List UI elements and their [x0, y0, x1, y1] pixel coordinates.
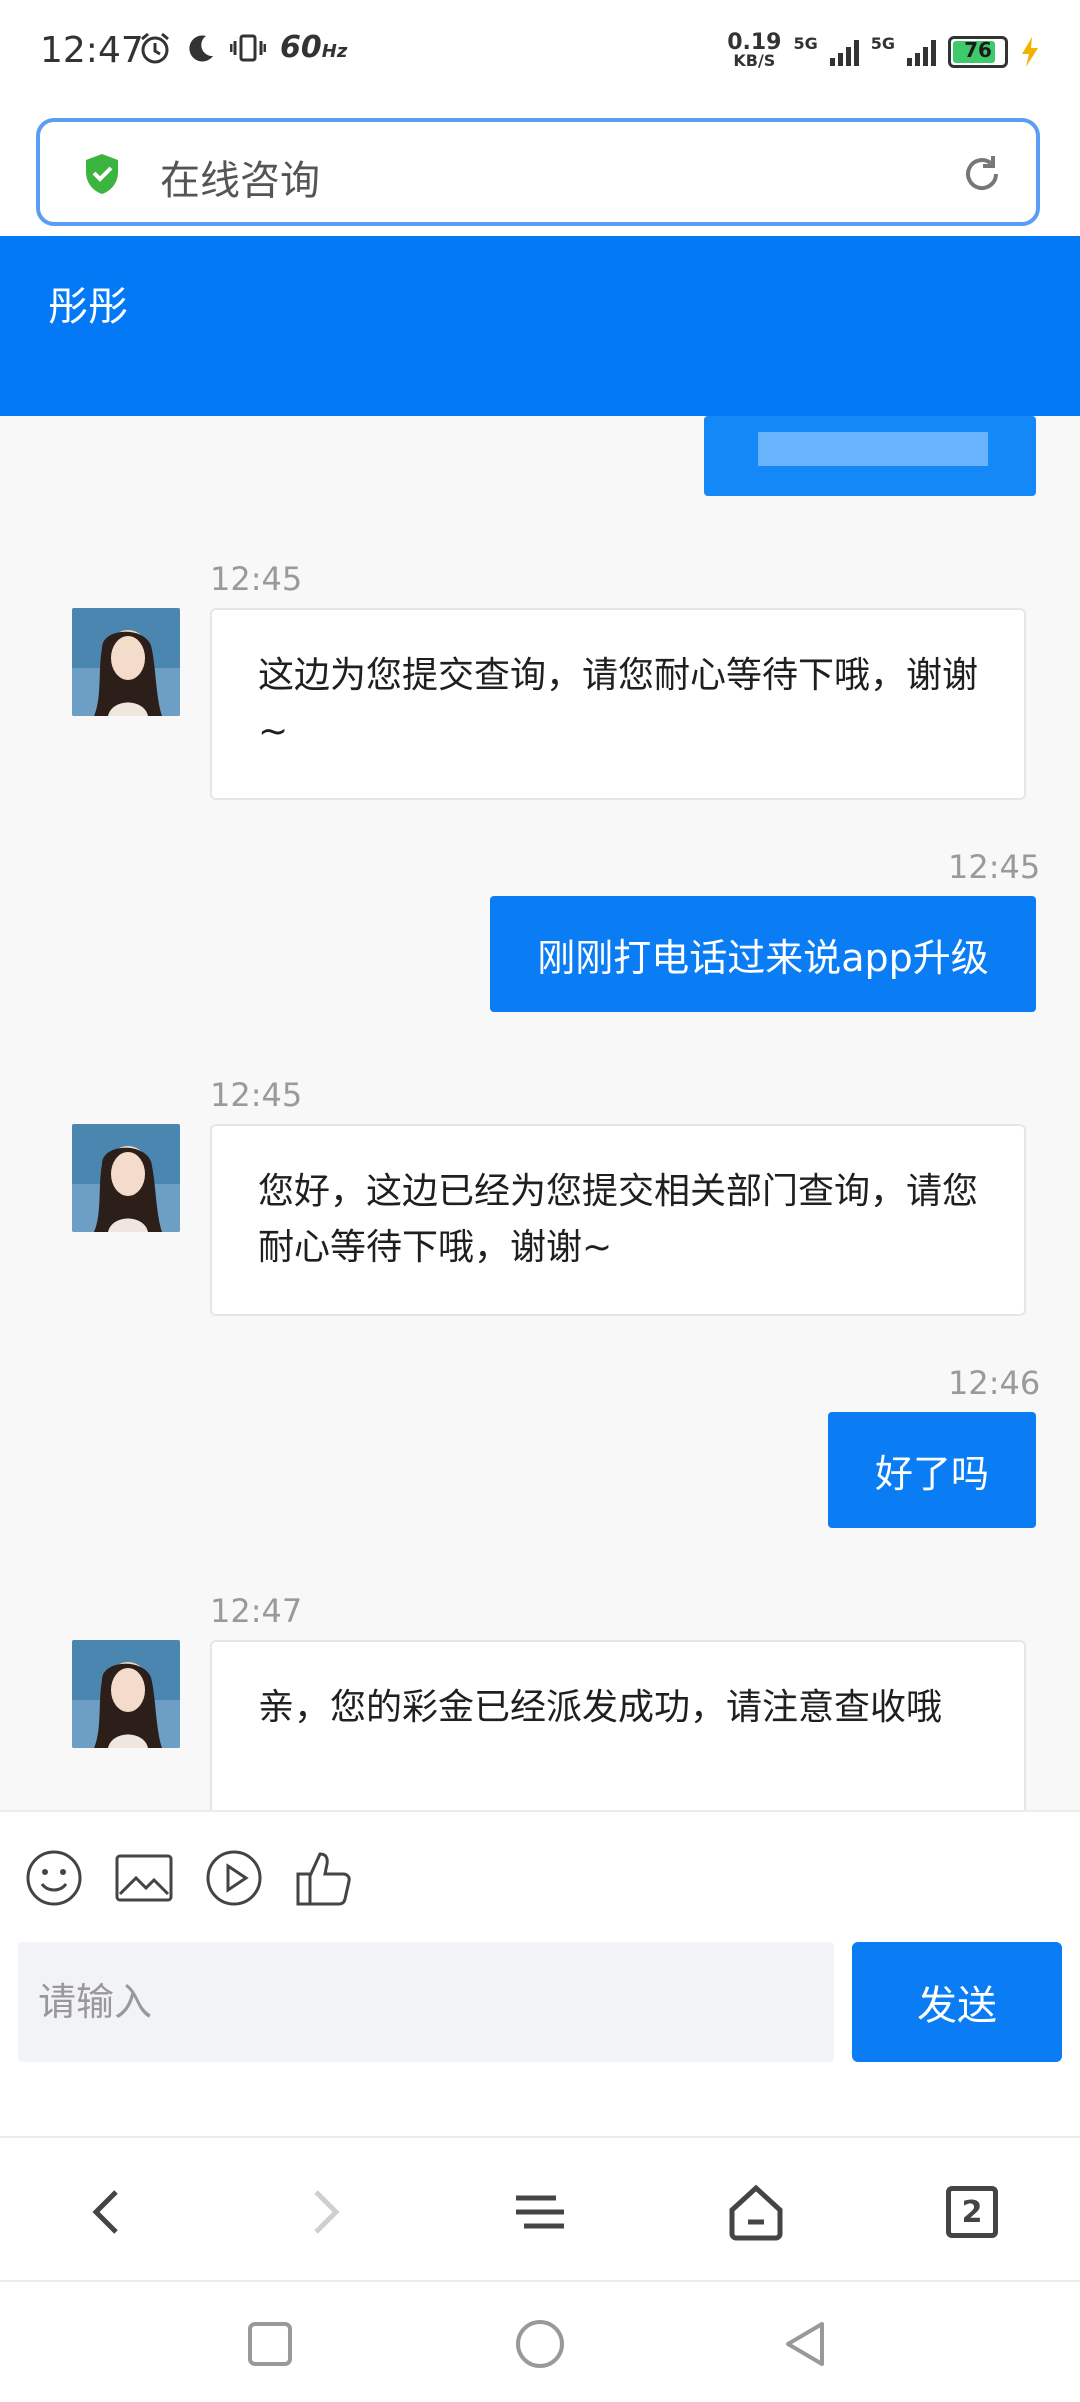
charging-icon — [1022, 37, 1038, 67]
browser-nav-bar: 2 — [0, 2136, 1080, 2282]
agent-avatar — [72, 608, 180, 716]
message-time: 12:47 — [210, 1592, 303, 1630]
status-time: 12:47 — [40, 30, 144, 71]
system-nav-bar — [0, 2280, 1080, 2402]
status-bar: 12:47 60Hz 0.19 KB/S 5G 5G 76 — [0, 0, 1080, 112]
sim1-label: 5G — [793, 34, 818, 53]
tab-count: 2 — [946, 2186, 998, 2238]
back-icon[interactable] — [76, 2180, 140, 2244]
message-input[interactable] — [18, 1942, 834, 2062]
message-time: 12:46 — [948, 1364, 1041, 1402]
sim2-label: 5G — [870, 34, 895, 53]
send-button[interactable]: 发送 — [852, 1942, 1062, 2062]
agent-name: 彤彤 — [48, 284, 128, 330]
agent-message: 亲，您的彩金已经派发成功，请注意查收哦 — [210, 1640, 1026, 1810]
reload-icon[interactable] — [960, 152, 1004, 196]
recents-icon[interactable] — [244, 2318, 296, 2370]
message-bubble-partial — [704, 416, 1036, 496]
net-unit: KB/S — [733, 51, 776, 70]
signal-icon — [907, 38, 936, 66]
home-circle-icon[interactable] — [514, 2318, 566, 2370]
video-icon[interactable] — [204, 1848, 264, 1908]
agent-avatar — [72, 1640, 180, 1748]
emoji-icon[interactable] — [24, 1848, 84, 1908]
thumbs-up-icon[interactable] — [294, 1848, 354, 1908]
user-message: 好了吗 — [828, 1412, 1036, 1528]
image-icon[interactable] — [114, 1848, 174, 1908]
signal-icon — [829, 38, 859, 66]
home-icon[interactable] — [724, 2180, 788, 2244]
page-title: 在线咨询 — [160, 158, 320, 204]
chat-header: 彤彤 — [0, 236, 1080, 416]
message-time: 12:45 — [948, 848, 1041, 886]
shield-icon — [86, 154, 118, 194]
tabs-button[interactable]: 2 — [940, 2180, 1004, 2244]
net-speed: 0.19 — [727, 30, 782, 55]
vibrate-icon — [230, 34, 266, 61]
battery-level: 76 — [964, 38, 992, 62]
moon-icon — [189, 34, 213, 61]
menu-icon[interactable] — [508, 2180, 572, 2244]
chat-area[interactable]: 12:45 这边为您提交查询，请您耐心等待下哦，谢谢~ 12:45 刚刚打电话过… — [0, 416, 1080, 1810]
forward-icon[interactable] — [292, 2180, 356, 2244]
alarm-icon — [141, 32, 169, 63]
agent-message: 这边为您提交查询，请您耐心等待下哦，谢谢~ — [210, 608, 1026, 800]
address-bar[interactable]: 在线咨询 — [36, 118, 1040, 226]
refresh-rate: 60 — [280, 30, 322, 65]
back-triangle-icon[interactable] — [780, 2318, 832, 2370]
message-time: 12:45 — [210, 1076, 303, 1114]
user-message: 刚刚打电话过来说app升级 — [490, 896, 1036, 1012]
battery-icon: 76 — [948, 36, 1008, 68]
refresh-unit: Hz — [321, 41, 348, 62]
agent-avatar — [72, 1124, 180, 1232]
message-time: 12:45 — [210, 560, 303, 598]
agent-message: 您好，这边已经为您提交相关部门查询，请您耐心等待下哦，谢谢~ — [210, 1124, 1026, 1316]
input-area: 发送 — [0, 1810, 1080, 2138]
